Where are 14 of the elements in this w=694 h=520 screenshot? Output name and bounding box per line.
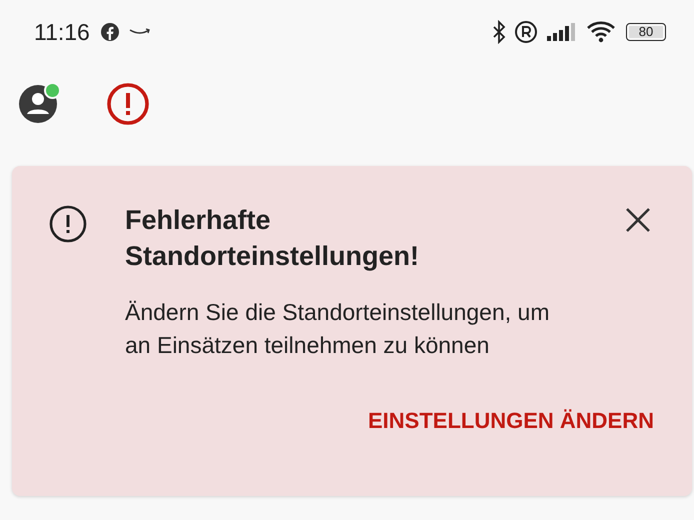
warning-icon[interactable]: [106, 82, 150, 126]
warning-icon: [48, 204, 88, 244]
avatar-icon[interactable]: [18, 84, 58, 124]
close-icon[interactable]: [624, 206, 652, 234]
bluetooth-icon: [492, 20, 506, 44]
clock: 11:16: [34, 18, 90, 46]
battery-icon: 80: [626, 23, 666, 41]
signal-icon: [546, 22, 578, 42]
registered-icon: [514, 20, 538, 44]
alert-title: Fehlerhafte Standorteinstellungen!: [125, 204, 420, 273]
facebook-icon: [100, 22, 120, 42]
alert-message: Ändern Sie die Standorteinstellungen, um an Einsätzen teilnehmen zu können: [125, 298, 551, 360]
change-settings-button[interactable]: EINSTELLUNGEN ÄNDERN: [368, 402, 654, 440]
wifi-icon: [586, 20, 616, 44]
